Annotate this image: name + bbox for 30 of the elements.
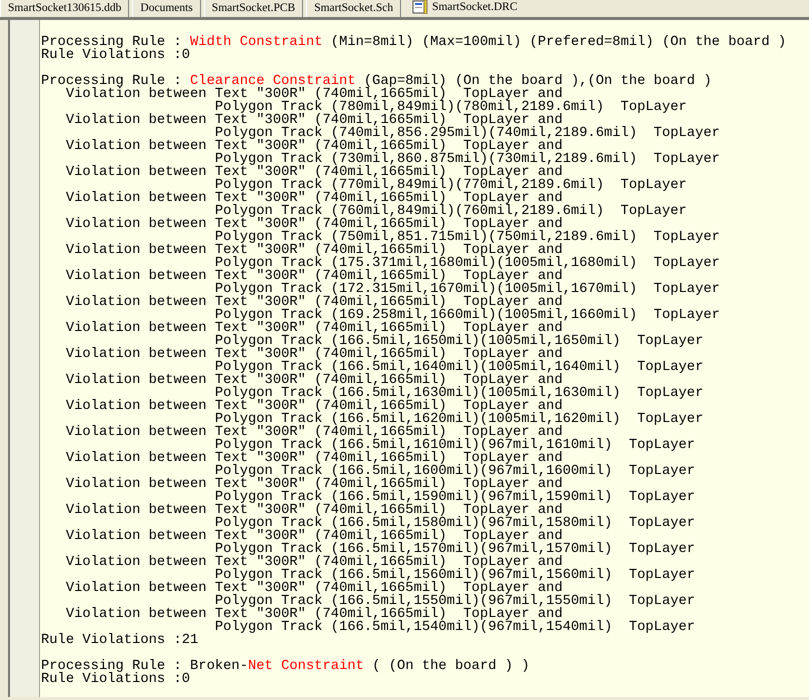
- violation-label: Violation between: [66, 295, 207, 310]
- violation-label: Violation between: [66, 87, 207, 102]
- violation-label: Violation between: [66, 607, 207, 622]
- violation-count: Rule Violations :0: [41, 672, 190, 687]
- document-tab[interactable]: Documents: [132, 0, 201, 17]
- violation-label: Violation between: [66, 529, 207, 544]
- violation-count: Rule Violations :21: [41, 633, 198, 648]
- violation-label: Violation between: [66, 269, 207, 284]
- violation-label: Violation between: [66, 503, 207, 518]
- violation-label: Violation between: [66, 191, 207, 206]
- violation-label: Violation between: [66, 113, 207, 128]
- document-tab[interactable]: SmartSocket.Sch: [306, 0, 402, 17]
- violation-label: Violation between: [66, 321, 207, 336]
- violation-label: Violation between: [66, 217, 207, 232]
- violation-label: Violation between: [66, 477, 207, 492]
- document-tab[interactable]: SmartSocket.PCB: [204, 0, 304, 17]
- violation-label: Violation between: [66, 139, 207, 154]
- violation-label: Violation between: [66, 243, 207, 258]
- document-tab[interactable]: SmartSocket130615.ddb: [0, 0, 130, 17]
- document-icon: [412, 0, 428, 14]
- violation-label: Violation between: [66, 373, 207, 388]
- violation-label: Violation between: [66, 399, 207, 414]
- violation-count: Rule Violations :0: [41, 48, 190, 63]
- violation-label: Violation between: [66, 425, 207, 440]
- violation-label: Violation between: [66, 451, 207, 466]
- violation-label: Violation between: [66, 347, 207, 362]
- violation-label: Violation between: [66, 165, 207, 180]
- violation-label: Violation between: [66, 581, 207, 596]
- polygon-track: Polygon Track (166.5mil,1540mil)(967mil,1540mil) TopLayer: [214, 620, 696, 635]
- violation-label: Violation between: [66, 555, 207, 570]
